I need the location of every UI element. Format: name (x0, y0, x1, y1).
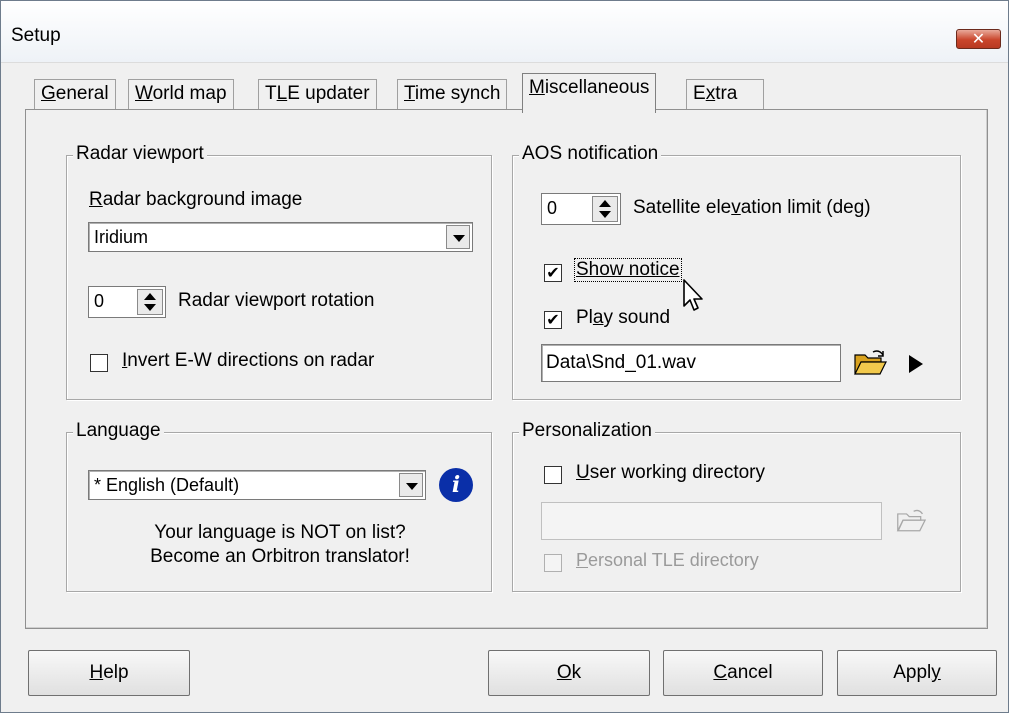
tab-miscellaneous-label: iscellaneous (544, 77, 650, 98)
open-folder-icon[interactable] (853, 349, 887, 377)
elevation-limit-rest: ation limit (deg) (740, 197, 871, 218)
sound-file-input[interactable]: Data\Snd_01.wav (541, 344, 841, 382)
tab-general[interactable]: General (34, 79, 116, 111)
ok-label: k (571, 662, 582, 683)
spin-arrows-icon[interactable] (592, 196, 618, 222)
cancel-label: ancel (727, 662, 773, 683)
user-dir-input[interactable] (541, 502, 882, 540)
elevation-limit-accel: v (731, 197, 741, 218)
play-icon[interactable] (909, 355, 923, 373)
setup-window: Setup ✕ General World map TLE updater Ti… (0, 0, 1009, 713)
play-sound-rest: y sound (603, 307, 671, 328)
help-button[interactable]: Help (28, 650, 190, 696)
tab-extra-label: tra (715, 83, 738, 104)
language-value: * English (Default) (94, 475, 240, 495)
language-group: Language * English (Default) i Your lang… (66, 420, 493, 592)
tab-tle-updater-accel: L (276, 83, 288, 104)
radar-bg-label-accel: R (89, 189, 103, 210)
tab-extra-accel: x (705, 83, 716, 104)
apply-button[interactable]: Apply (837, 650, 997, 696)
tab-general-label: eneral (55, 83, 109, 104)
tab-tle-updater-label: E updater (287, 83, 370, 104)
radar-viewport-legend: Radar viewport (73, 143, 207, 165)
user-dir-accel: U (576, 462, 590, 483)
window-title: Setup (11, 25, 61, 46)
play-sound-pre: Pl (576, 307, 593, 328)
folder-browse-disabled-icon (896, 509, 926, 532)
tle-dir-text: ersonal TLE directory (588, 550, 759, 570)
tle-dir-accel: P (576, 550, 589, 570)
language-legend: Language (73, 420, 164, 442)
language-note: Your language is NOT on list? Become an … (67, 521, 493, 569)
tab-time-synch[interactable]: Time synch (397, 79, 508, 111)
personalization-group: Personalization User working directory P… (512, 420, 961, 592)
radar-bg-value: Iridium (94, 227, 149, 247)
sound-file-value: Data\Snd_01.wav (546, 352, 696, 373)
invert-ew-checkbox[interactable] (90, 354, 108, 372)
title-bar: Setup ✕ (1, 1, 1008, 63)
tab-tle-updater[interactable]: TLE updater (258, 79, 377, 111)
ok-accel: O (556, 662, 572, 683)
play-sound-label: Play sound (576, 307, 670, 329)
tab-world-map-label: orld map (152, 83, 227, 104)
radar-bg-label: Radar background image (89, 189, 302, 211)
radar-rotation-label: Radar viewport rotation (178, 290, 375, 311)
language-select[interactable]: * English (Default) (88, 470, 426, 500)
tab-time-synch-label: ime synch (414, 83, 501, 104)
show-notice-label[interactable]: Show notice (574, 258, 682, 282)
tab-extra-pre: E (693, 83, 706, 104)
elevation-limit-value: 0 (547, 198, 558, 218)
chevron-down-icon[interactable] (446, 225, 470, 249)
close-button[interactable]: ✕ (956, 29, 1001, 49)
user-dir-label: User working directory (576, 462, 765, 484)
radar-rotation-value: 0 (94, 291, 105, 311)
miscellaneous-panel: Radar viewport Radar background image Ir… (25, 109, 988, 629)
tab-general-accel: G (41, 83, 56, 104)
invert-ew-text: nvert E-W directions on radar (127, 350, 375, 371)
radar-viewport-group: Radar viewport Radar background image Ir… (66, 143, 492, 400)
tab-extra[interactable]: Extra (686, 79, 764, 111)
info-glyph: i (451, 472, 461, 498)
check-icon: ✔ (546, 263, 560, 282)
info-icon[interactable]: i (439, 468, 473, 502)
help-accel: H (89, 662, 104, 683)
elevation-limit-pre: Satellite ele (633, 197, 732, 218)
user-dir-checkbox[interactable] (544, 466, 562, 484)
tle-dir-label: Personal TLE directory (576, 550, 759, 571)
show-notice-checkbox[interactable]: ✔ (544, 264, 562, 282)
tab-tle-updater-pre: T (265, 83, 277, 104)
apply-label: Appl (893, 662, 932, 683)
radar-rotation-spinner[interactable]: 0 (88, 286, 166, 318)
invert-ew-label: Invert E-W directions on radar (122, 350, 374, 372)
tab-time-synch-accel: T (404, 83, 415, 104)
spin-arrows-icon[interactable] (137, 289, 163, 315)
aos-notification-group: AOS notification 0 Satellite elevation l… (512, 143, 961, 400)
language-note-line2: Become an Orbitron translator! (150, 546, 410, 567)
mouse-cursor-icon (683, 279, 703, 311)
tab-miscellaneous[interactable]: Miscellaneous (522, 73, 657, 113)
cancel-accel: C (713, 662, 728, 683)
tab-world-map[interactable]: World map (128, 79, 234, 111)
check-icon: ✔ (546, 310, 560, 329)
tle-dir-checkbox[interactable] (544, 554, 562, 572)
tab-miscellaneous-accel: M (529, 77, 545, 98)
close-icon: ✕ (971, 29, 986, 48)
apply-accel: y (931, 662, 941, 683)
language-note-line1: Your language is NOT on list? (154, 522, 406, 543)
user-dir-text: ser working directory (589, 462, 766, 483)
elevation-limit-spinner[interactable]: 0 (541, 193, 621, 225)
elevation-limit-label: Satellite elevation limit (deg) (633, 197, 871, 219)
play-sound-checkbox[interactable]: ✔ (544, 311, 562, 329)
help-label: elp (103, 662, 129, 683)
radar-bg-select[interactable]: Iridium (88, 222, 473, 252)
radar-bg-label-text: adar background image (102, 189, 303, 210)
cancel-button[interactable]: Cancel (663, 650, 823, 696)
personalization-legend: Personalization (519, 420, 655, 442)
play-sound-accel: a (592, 307, 604, 328)
ok-button[interactable]: Ok (488, 650, 650, 696)
chevron-down-icon[interactable] (399, 473, 423, 497)
tab-world-map-accel: W (135, 83, 153, 104)
aos-notification-legend: AOS notification (519, 143, 662, 165)
